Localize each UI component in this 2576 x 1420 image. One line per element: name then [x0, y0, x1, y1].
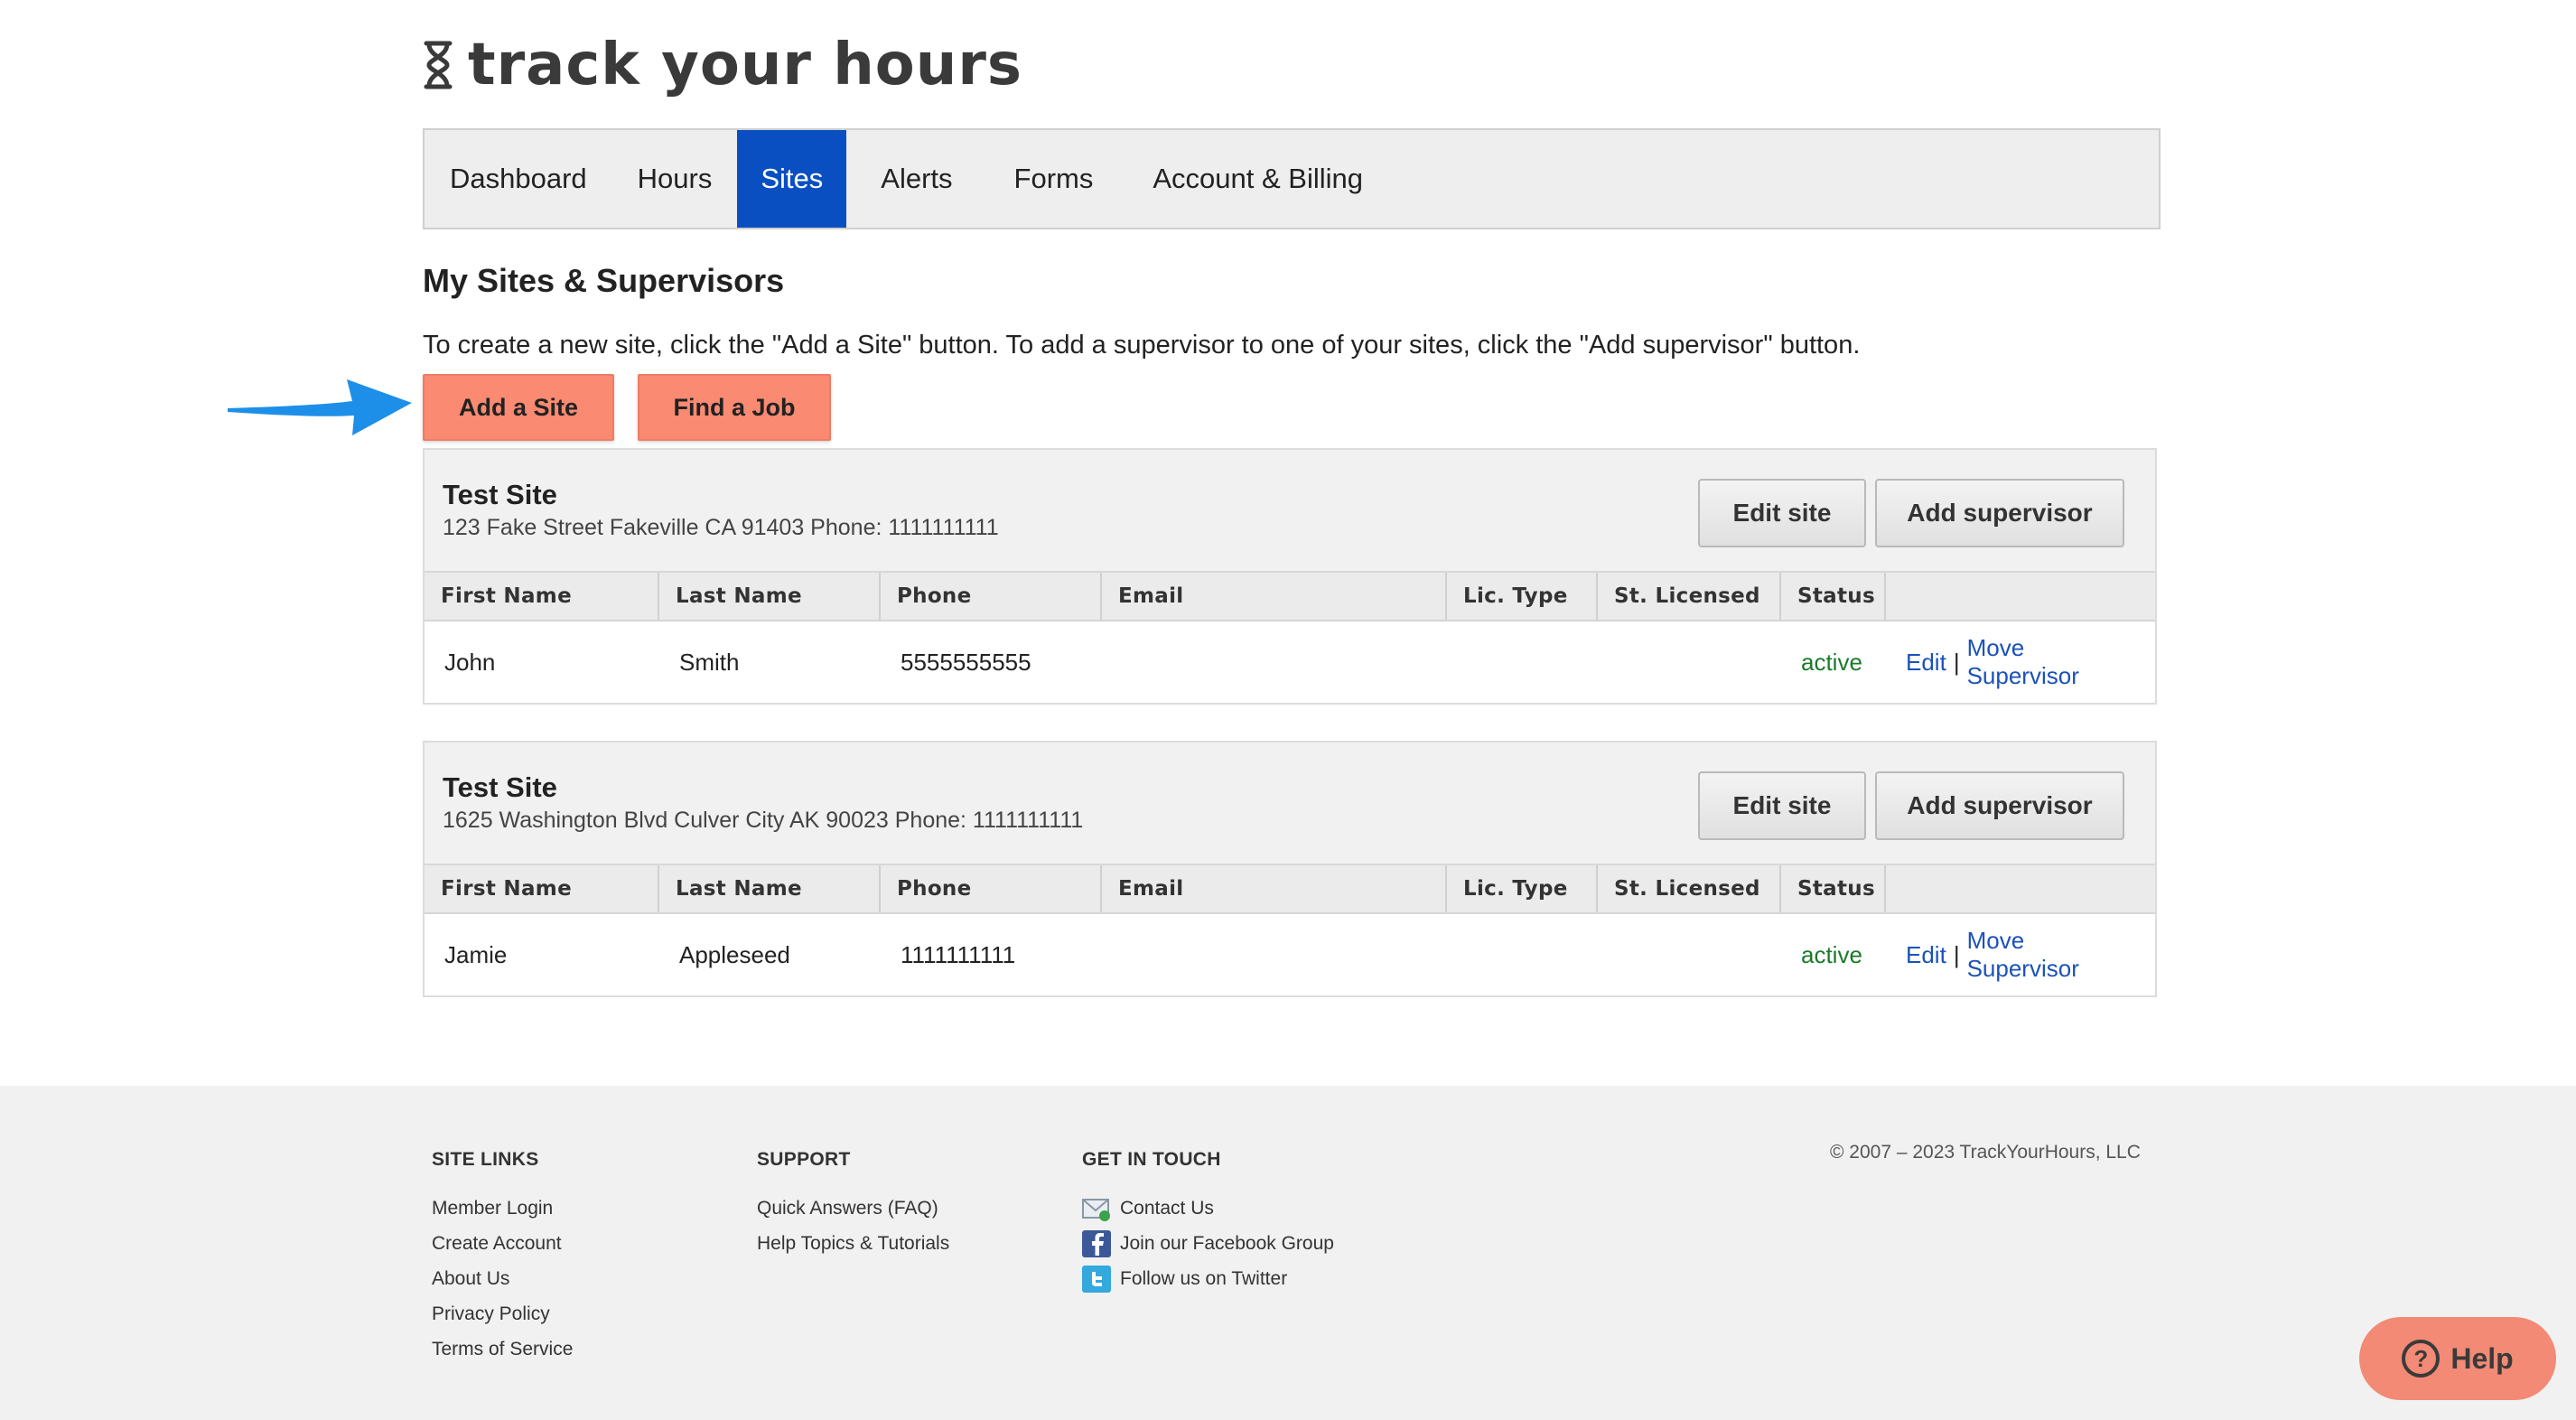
main-nav: Dashboard Hours Sites Alerts Forms Accou… — [423, 128, 2161, 229]
status-badge: active — [1801, 940, 1862, 968]
question-icon: ? — [2402, 1340, 2441, 1378]
footer-link-member-login[interactable]: Member Login — [432, 1191, 573, 1226]
mail-icon — [1082, 1195, 1111, 1222]
logo-text: track your hours — [468, 32, 1022, 98]
col-phone: Phone — [881, 573, 1102, 620]
col-st-licensed: St. Licensed — [1598, 573, 1781, 620]
col-phone: Phone — [881, 865, 1102, 912]
separator: | — [1953, 940, 1960, 968]
site-card: Test Site 123 Fake Street Fakeville CA 9… — [423, 448, 2157, 705]
footer-support: SUPPORT Quick Answers (FAQ) Help Topics … — [757, 1149, 949, 1261]
footer-link-about-us[interactable]: About Us — [432, 1261, 573, 1296]
add-site-button[interactable]: Add a Site — [423, 374, 614, 441]
col-lic-type: Lic. Type — [1447, 865, 1598, 912]
nav-alerts[interactable]: Alerts — [846, 130, 977, 228]
footer-link-privacy-policy[interactable]: Privacy Policy — [432, 1296, 573, 1331]
edit-supervisor-link[interactable]: Edit — [1906, 941, 1946, 969]
twitter-icon — [1082, 1265, 1111, 1293]
row-actions: Edit | Move Supervisor — [1886, 927, 2155, 983]
cell-last-name: Smith — [679, 648, 740, 676]
col-st-licensed: St. Licensed — [1598, 865, 1781, 912]
facebook-label: Join our Facebook Group — [1120, 1232, 1334, 1254]
footer-link-terms[interactable]: Terms of Service — [432, 1331, 573, 1367]
col-first-name: First Name — [425, 573, 659, 620]
supervisor-table-header: First Name Last Name Phone Email Lic. Ty… — [425, 865, 2155, 914]
cell-phone: 1111111111 — [901, 940, 1016, 968]
logo[interactable]: track your hours — [423, 32, 1022, 98]
nav-sites[interactable]: Sites — [737, 130, 847, 228]
col-email: Email — [1102, 865, 1447, 912]
col-last-name: Last Name — [659, 573, 881, 620]
nav-hours[interactable]: Hours — [612, 130, 738, 228]
site-card: Test Site 1625 Washington Blvd Culver Ci… — [423, 741, 2157, 997]
cell-last-name: Appleseed — [679, 940, 790, 968]
col-email: Email — [1102, 573, 1447, 620]
footer-heading: SITE LINKS — [432, 1149, 539, 1170]
row-actions: Edit | Move Supervisor — [1886, 634, 2155, 690]
footer-link-twitter[interactable]: Follow us on Twitter — [1082, 1261, 1334, 1296]
edit-supervisor-link[interactable]: Edit — [1906, 649, 1946, 677]
col-status: Status — [1781, 573, 1886, 620]
col-first-name: First Name — [425, 865, 659, 912]
nav-account-billing[interactable]: Account & Billing — [1118, 130, 1388, 228]
help-label: Help — [2450, 1341, 2514, 1375]
footer: SITE LINKS Member Login Create Account A… — [0, 1086, 2576, 1420]
site-card-header: Test Site 1625 Washington Blvd Culver Ci… — [425, 743, 2155, 865]
col-lic-type: Lic. Type — [1447, 573, 1598, 620]
footer-link-faq[interactable]: Quick Answers (FAQ) — [757, 1191, 949, 1226]
add-supervisor-button[interactable]: Add supervisor — [1875, 771, 2124, 840]
edit-site-button[interactable]: Edit site — [1698, 771, 1866, 840]
col-status: Status — [1781, 865, 1886, 912]
site-name: Test Site — [443, 479, 557, 510]
footer-link-facebook[interactable]: Join our Facebook Group — [1082, 1226, 1334, 1261]
help-button[interactable]: ? Help — [2359, 1317, 2556, 1400]
pointer-arrow-icon — [228, 379, 412, 435]
footer-heading: SUPPORT — [757, 1149, 851, 1170]
footer-heading: GET IN TOUCH — [1082, 1149, 1221, 1170]
col-actions — [1886, 865, 2155, 912]
cell-first-name: Jamie — [444, 940, 508, 968]
contact-us-label: Contact Us — [1120, 1197, 1214, 1219]
site-card-header: Test Site 123 Fake Street Fakeville CA 9… — [425, 450, 2155, 573]
footer-link-create-account[interactable]: Create Account — [432, 1226, 573, 1261]
footer-link-contact[interactable]: Contact Us — [1082, 1191, 1334, 1226]
edit-site-button[interactable]: Edit site — [1698, 479, 1866, 547]
nav-dashboard[interactable]: Dashboard — [425, 130, 612, 228]
status-badge: active — [1801, 648, 1862, 676]
footer-get-in-touch: GET IN TOUCH Contact Us Join our Faceboo… — [1082, 1149, 1334, 1296]
supervisor-table-header: First Name Last Name Phone Email Lic. Ty… — [425, 573, 2155, 621]
page-title: My Sites & Supervisors — [423, 262, 785, 299]
col-actions — [1886, 573, 2155, 620]
copyright: © 2007 – 2023 TrackYourHours, LLC — [1830, 1142, 2141, 1163]
nav-forms[interactable]: Forms — [978, 130, 1119, 228]
add-supervisor-button[interactable]: Add supervisor — [1875, 479, 2124, 547]
table-row: Jamie Appleseed 1111111111 active Edit |… — [425, 914, 2155, 995]
site-name: Test Site — [443, 771, 557, 803]
hourglass-icon — [424, 41, 453, 89]
cell-phone: 5555555555 — [901, 648, 1031, 676]
separator: | — [1953, 648, 1960, 676]
footer-site-links: SITE LINKS Member Login Create Account A… — [432, 1149, 573, 1367]
table-row: John Smith 5555555555 active Edit | Move… — [425, 621, 2155, 703]
find-job-button[interactable]: Find a Job — [638, 374, 831, 441]
site-address: 123 Fake Street Fakeville CA 91403 Phone… — [443, 515, 999, 540]
cell-first-name: John — [444, 648, 496, 676]
col-last-name: Last Name — [659, 865, 881, 912]
twitter-label: Follow us on Twitter — [1120, 1267, 1288, 1289]
site-address: 1625 Washington Blvd Culver City AK 9002… — [443, 808, 1084, 833]
footer-link-help-topics[interactable]: Help Topics & Tutorials — [757, 1226, 949, 1261]
intro-text: To create a new site, click the "Add a S… — [423, 331, 1861, 360]
facebook-icon — [1082, 1229, 1111, 1257]
move-supervisor-link[interactable]: Move Supervisor — [1967, 927, 2137, 983]
move-supervisor-link[interactable]: Move Supervisor — [1967, 634, 2137, 690]
